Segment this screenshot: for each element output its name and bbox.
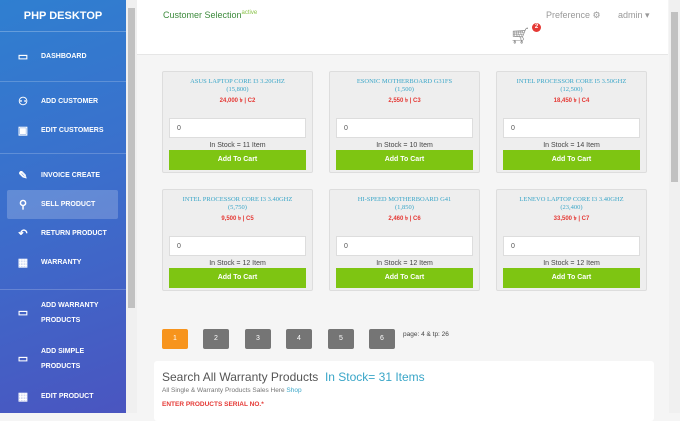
sidebar-item-warranty[interactable]: ▦ WARRANTY bbox=[0, 248, 126, 277]
page-6-button[interactable]: 6 bbox=[369, 329, 395, 349]
stock-text: In Stock = 10 Item bbox=[376, 142, 433, 149]
add-to-cart-button[interactable]: Add To Cart bbox=[336, 268, 473, 288]
sidebar-item-label: INVOICE CREATE bbox=[41, 172, 100, 179]
sidebar-item-add-simple-products[interactable]: ▭ ADD SIMPLE PRODUCTS bbox=[0, 336, 126, 382]
stock-text: In Stock = 12 Item bbox=[209, 260, 266, 267]
sidebar-scrollbar[interactable] bbox=[126, 0, 137, 413]
sidebar-item-label: DASHBOARD bbox=[41, 53, 87, 60]
sidebar-item-label: EDIT CUSTOMERS bbox=[41, 127, 104, 134]
brand-title: PHP DESKTOP bbox=[0, 0, 126, 32]
quantity-input[interactable] bbox=[503, 118, 640, 138]
sidebar-item-dashboard[interactable]: ▭ DASHBOARD bbox=[0, 42, 126, 71]
product-cost: (5,750) bbox=[228, 204, 247, 211]
product-card: ESONIC MOTHERBOARD G31FS (1,500) 2,550 ৳… bbox=[329, 71, 480, 173]
stock-text: In Stock = 12 Item bbox=[543, 260, 600, 267]
wallet-icon: ▭ bbox=[17, 307, 29, 319]
sidebar-item-sell-product[interactable]: ⚲ SELL PRODUCT bbox=[7, 190, 118, 219]
reply-icon: ↶ bbox=[18, 227, 28, 240]
product-card: LENEVO LAPTOP CORE I3 3.40GHZ (23,400) 3… bbox=[496, 189, 647, 291]
quantity-input[interactable] bbox=[503, 236, 640, 256]
product-price: 24,000 ৳ | C2 bbox=[219, 98, 256, 104]
product-name: INTEL PROCESSOR CORE I5 3.50GHZ bbox=[516, 78, 627, 85]
product-cost: (1,850) bbox=[395, 204, 414, 211]
product-name: HI-SPEED MOTHERBOARD G41 bbox=[357, 196, 452, 203]
header: Customer Selectionactive Preference ⚙ ad… bbox=[137, 0, 668, 55]
page-3-button[interactable]: 3 bbox=[245, 329, 271, 349]
shop-link[interactable]: Shop bbox=[286, 387, 301, 394]
serial-field-label: ENTER PRODUCTS SERIAL NO.* bbox=[162, 401, 264, 408]
add-to-cart-button[interactable]: Add To Cart bbox=[169, 268, 306, 288]
id-card-icon: ▣ bbox=[17, 124, 29, 137]
dashboard-icon: ▭ bbox=[17, 50, 29, 63]
quantity-input[interactable] bbox=[336, 236, 473, 256]
page-1-button[interactable]: 1 bbox=[162, 329, 188, 349]
product-price: 33,500 ৳ | C7 bbox=[553, 216, 590, 222]
stock-text: In Stock = 11 Item bbox=[209, 142, 266, 149]
sidebar-item-label: SELL PRODUCT bbox=[41, 201, 96, 208]
product-card: ASUS LAPTOP CORE I3 3.20GHZ (15,800) 24,… bbox=[162, 71, 313, 173]
page-title: Customer Selectionactive bbox=[163, 10, 258, 20]
page-2-button[interactable]: 2 bbox=[203, 329, 229, 349]
search-icon: ⚲ bbox=[18, 198, 28, 211]
stock-text: In Stock = 14 Item bbox=[543, 142, 600, 149]
product-cost: (12,500) bbox=[560, 86, 583, 93]
stock-count: In Stock= 31 Items bbox=[324, 370, 425, 384]
sidebar-item-label: ADD SIMPLE PRODUCTS bbox=[41, 348, 85, 370]
product-name: ASUS LAPTOP CORE I3 3.20GHZ bbox=[190, 78, 285, 85]
sidebar-item-edit-product[interactable]: ▦ EDIT PRODUCT bbox=[0, 382, 126, 411]
product-price: 9,500 ৳ | C5 bbox=[221, 216, 254, 222]
add-to-cart-button[interactable]: Add To Cart bbox=[336, 150, 473, 170]
product-price: 2,460 ৳ | C6 bbox=[388, 216, 421, 222]
sidebar-item-label: RETURN PRODUCT bbox=[41, 230, 107, 237]
wallet-icon: ▭ bbox=[17, 353, 29, 365]
product-name: ESONIC MOTHERBOARD G31FS bbox=[356, 78, 453, 85]
page-4-button[interactable]: 4 bbox=[286, 329, 312, 349]
admin-menu[interactable]: admin ▾ bbox=[618, 10, 650, 21]
sidebar-item-label: EDIT PRODUCT bbox=[41, 393, 94, 400]
add-to-cart-button[interactable]: Add To Cart bbox=[503, 268, 640, 288]
quantity-input[interactable] bbox=[336, 118, 473, 138]
search-panel-subtitle: All Single & Warranty Products Sales Her… bbox=[162, 387, 302, 394]
product-cost: (1,500) bbox=[395, 86, 414, 93]
add-to-cart-button[interactable]: Add To Cart bbox=[503, 150, 640, 170]
cart-icon[interactable]: 🛒︎ bbox=[510, 26, 530, 46]
sidebar-item-add-warranty-products[interactable]: ▭ ADD WARRANTY PRODUCTS bbox=[0, 290, 126, 336]
stock-text: In Stock = 12 Item bbox=[376, 260, 433, 267]
edit-icon: ✎ bbox=[18, 169, 28, 182]
calculator-icon: ▦ bbox=[17, 256, 29, 269]
product-card: INTEL PROCESSOR CORE I3 3.40GHZ (5,750) … bbox=[162, 189, 313, 291]
sidebar-item-label: ADD WARRANTY PRODUCTS bbox=[41, 302, 99, 324]
sidebar-item-edit-customers[interactable]: ▣ EDIT CUSTOMERS bbox=[0, 116, 126, 145]
page-info: page: 4 & tp: 26 bbox=[403, 331, 449, 338]
product-price: 18,450 ৳ | C4 bbox=[553, 98, 590, 104]
add-to-cart-button[interactable]: Add To Cart bbox=[169, 150, 306, 170]
page-5-button[interactable]: 5 bbox=[328, 329, 354, 349]
sidebar-item-add-customer[interactable]: ⚇ ADD CUSTOMER bbox=[0, 87, 126, 116]
product-cost: (23,400) bbox=[560, 204, 583, 211]
cart-count-badge: 2 bbox=[532, 23, 541, 32]
sidebar: PHP DESKTOP ▭ DASHBOARD ⚇ ADD CUSTOMER ▣ ED… bbox=[0, 0, 126, 413]
sidebar-item-label: ADD CUSTOMER bbox=[41, 98, 99, 105]
search-panel: Search All Warranty Products In Stock= 3… bbox=[154, 361, 654, 421]
product-name: INTEL PROCESSOR CORE I3 3.40GHZ bbox=[182, 196, 293, 203]
quantity-input[interactable] bbox=[169, 118, 306, 138]
product-cost: (15,800) bbox=[226, 86, 249, 93]
sidebar-item-invoice-create[interactable]: ✎ INVOICE CREATE bbox=[0, 161, 126, 190]
search-panel-title: Search All Warranty Products In Stock= 3… bbox=[162, 370, 425, 384]
calculator-icon: ▦ bbox=[17, 390, 29, 403]
main-scrollbar[interactable] bbox=[669, 0, 680, 413]
product-price: 2,550 ৳ | C3 bbox=[388, 98, 421, 104]
add-user-icon: ⚇ bbox=[18, 95, 28, 108]
product-card: INTEL PROCESSOR CORE I5 3.50GHZ (12,500)… bbox=[496, 71, 647, 173]
product-card: HI-SPEED MOTHERBOARD G41 (1,850) 2,460 ৳… bbox=[329, 189, 480, 291]
sidebar-item-return-product[interactable]: ↶ RETURN PRODUCT bbox=[0, 219, 126, 248]
product-name: LENEVO LAPTOP CORE I3 3.40GHZ bbox=[519, 196, 624, 203]
preference-menu[interactable]: Preference ⚙ bbox=[546, 10, 601, 21]
quantity-input[interactable] bbox=[169, 236, 306, 256]
sidebar-item-label: WARRANTY bbox=[41, 259, 82, 266]
